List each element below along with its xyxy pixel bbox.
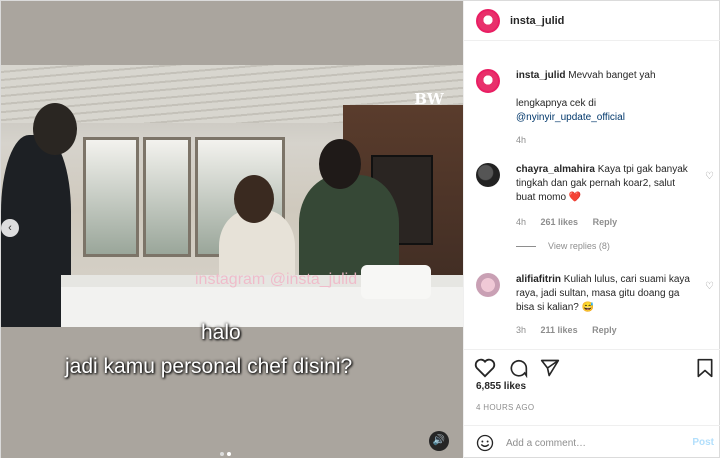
post-timestamp[interactable]: 4 HOURS AGO bbox=[476, 403, 534, 412]
reply-button[interactable]: Reply bbox=[592, 325, 617, 335]
sweat-smile-emoji: 😅 bbox=[581, 302, 595, 313]
person-right-head bbox=[319, 139, 361, 189]
comment-meta: 3h 211 likes Reply bbox=[516, 325, 629, 335]
channel-logo: BW bbox=[414, 90, 444, 108]
person-center-head bbox=[234, 175, 274, 223]
action-bar bbox=[464, 349, 720, 383]
post-header: insta_julid bbox=[464, 1, 720, 41]
caption-text: insta_julid Mevvah banget yah lengkapnya… bbox=[516, 69, 694, 125]
heart-icon[interactable]: ♡ bbox=[705, 171, 714, 182]
subtitle-line-2: jadi kamu personal chef disini? bbox=[65, 355, 353, 378]
comments-list[interactable]: insta_julid Mevvah banget yah lengkapnya… bbox=[464, 41, 720, 346]
comment-input[interactable] bbox=[506, 432, 676, 454]
comment-icon[interactable] bbox=[508, 358, 528, 378]
post-side-panel: insta_julid insta_julid Mevvah banget ya… bbox=[463, 1, 720, 458]
divider bbox=[516, 246, 536, 248]
comment-likes[interactable]: 211 likes bbox=[541, 325, 578, 335]
post-media[interactable]: BW instagram @insta_julid halo jadi kamu… bbox=[1, 1, 463, 458]
post-button[interactable]: Post bbox=[692, 437, 714, 448]
caption-username[interactable]: insta_julid bbox=[516, 70, 565, 81]
avatar[interactable] bbox=[476, 69, 500, 93]
window bbox=[143, 137, 191, 257]
comment-username[interactable]: chayra_almahira bbox=[516, 164, 595, 175]
emoji-icon[interactable] bbox=[476, 434, 494, 452]
heart-icon[interactable]: ♡ bbox=[705, 281, 714, 292]
share-icon[interactable] bbox=[540, 358, 560, 378]
caption-mention-link[interactable]: @nyinyir_update_official bbox=[516, 111, 694, 125]
window bbox=[83, 137, 139, 257]
comment-text: alifiafitrin Kuliah lulus, cari suami ka… bbox=[516, 273, 694, 315]
speaker-icon[interactable]: 🔊 bbox=[429, 431, 449, 451]
carousel-dots bbox=[220, 448, 234, 458]
heart-icon[interactable] bbox=[474, 358, 496, 378]
comment-meta: 4h 261 likes Reply bbox=[516, 217, 629, 227]
subtitle-line-1: halo bbox=[201, 321, 241, 344]
like-count[interactable]: 6,855 likes bbox=[476, 381, 526, 392]
comment-likes[interactable]: 261 likes bbox=[541, 217, 579, 227]
avatar[interactable] bbox=[476, 163, 500, 187]
chevron-left-icon[interactable]: ‹ bbox=[1, 219, 19, 237]
view-replies-button[interactable]: View replies (8) bbox=[516, 241, 610, 251]
avatar[interactable] bbox=[476, 273, 500, 297]
watermark-text: instagram @insta_julid bbox=[195, 271, 358, 288]
heart-emoji: ❤️ bbox=[568, 192, 582, 203]
caption: insta_julid Mevvah banget yah lengkapnya… bbox=[476, 69, 716, 149]
comment-username[interactable]: alifiafitrin bbox=[516, 274, 561, 285]
plates bbox=[361, 265, 431, 299]
instagram-post-window: BW instagram @insta_julid halo jadi kamu… bbox=[0, 0, 720, 458]
caption-line2: lengkapnya cek di bbox=[516, 98, 597, 109]
comment-item: alifiafitrin Kuliah lulus, cari suami ka… bbox=[476, 273, 716, 343]
carousel-dot-active bbox=[227, 452, 231, 456]
person-left-head bbox=[33, 103, 77, 155]
caption-time: 4h bbox=[516, 135, 527, 145]
caption-body: Mevvah banget yah bbox=[568, 70, 656, 81]
comment-item: chayra_almahira Kaya tpi gak banyak ting… bbox=[476, 163, 716, 233]
comment-composer: Post bbox=[464, 425, 720, 458]
reply-button[interactable]: Reply bbox=[593, 217, 618, 227]
comment-text: chayra_almahira Kaya tpi gak banyak ting… bbox=[516, 163, 694, 205]
carousel-dot bbox=[220, 452, 224, 456]
comment-time: 4h bbox=[516, 217, 527, 227]
avatar[interactable] bbox=[476, 8, 500, 33]
header-username[interactable]: insta_julid bbox=[510, 15, 564, 27]
bookmark-icon[interactable] bbox=[696, 358, 714, 378]
comment-time: 3h bbox=[516, 325, 527, 335]
